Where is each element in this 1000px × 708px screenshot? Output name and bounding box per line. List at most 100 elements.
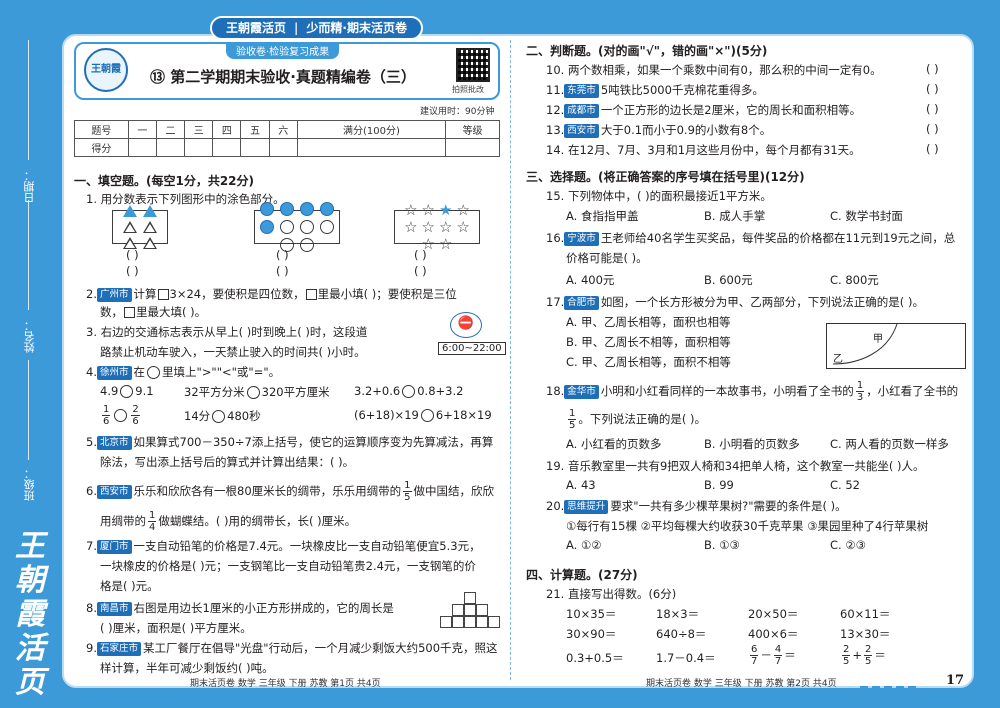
triangle-figure — [112, 205, 168, 249]
option-a[interactable]: A. 400元 — [566, 272, 614, 288]
paper-header: 王朝霞 验收卷·检验复习成果 ⑬ 第二学期期末验收·真题精编卷（三） 拍照批改 — [74, 42, 500, 100]
fraction: 14 — [148, 510, 157, 533]
header-subtitle: 验收卷·检验复习成果 — [226, 42, 340, 59]
score-input-cell[interactable] — [155, 138, 186, 157]
q2-text: 计算 — [133, 287, 157, 301]
answer-blank[interactable]: ( ) — [126, 248, 139, 262]
compare-circle[interactable] — [114, 409, 128, 422]
q6-text: 用绸带的 — [100, 514, 146, 528]
option-b[interactable]: B. ①③ — [704, 538, 740, 552]
question-3-cont: 路禁止机动车驶入，一天禁止驶入的时间共( )小时。 — [100, 345, 366, 359]
question-7-cont: 一块橡皮的价格是( )元；一支钢笔比一支自动铅笔贵2.4元，一支钢笔的价 — [100, 559, 476, 573]
q6-text: 做蝴蝶结。( )用的绸带长，长( )厘米。 — [158, 514, 357, 528]
class-label: 班级： — [23, 468, 36, 501]
option-b[interactable]: B. 99 — [704, 478, 734, 492]
judge-12: 12. 成都市 一个正方形的边长是2厘米，它的周长和面积相等。 — [546, 103, 862, 118]
q8-text: 右图是用边长1厘米的小正方形拼成的，它的周长是 — [133, 601, 394, 615]
option-a[interactable]: A. 小红看的页数多 — [566, 436, 661, 452]
region-tag: 东莞市 — [564, 83, 599, 98]
score-input-cell[interactable] — [127, 138, 157, 157]
compare-right: 480秒 — [227, 409, 261, 423]
score-cell: 二 — [155, 120, 186, 139]
compare-item: 4.9 9.1 — [100, 384, 154, 398]
paper-title: ⑬ 第二学期期末验收·真题精编卷（三） — [150, 68, 416, 86]
option-b[interactable]: B. 甲、乙周长不相等，面积相等 — [566, 334, 731, 350]
triangle-blank — [123, 221, 137, 233]
triangle-blank — [143, 221, 157, 233]
circle-shaded — [280, 202, 294, 216]
region-tag: 金华市 — [564, 384, 599, 399]
choice-text: 如图，一个长方形被分为甲、乙两部分，下列说法正确的是( )。 — [600, 295, 924, 309]
answer-blank[interactable]: ( ) — [414, 264, 427, 278]
brand-vertical-logo: 王朝霞活页 — [15, 529, 45, 700]
score-input-cell[interactable] — [268, 138, 298, 157]
score-cell: 六 — [268, 120, 298, 139]
q6-text: 乐乐和欣欣各有一根80厘米长的绸带，乐乐用绸带的 — [133, 484, 402, 498]
question-5: 5. 北京市 如果算式700－350÷7添上括号，使它的运算顺序变为先算减法，再算 — [86, 435, 494, 450]
blank-box[interactable] — [157, 289, 169, 300]
star-icon: ☆ — [421, 217, 435, 236]
option-a[interactable]: A. 43 — [566, 478, 596, 492]
compare-circle[interactable] — [147, 366, 160, 379]
score-input-cell[interactable] — [296, 138, 447, 157]
no-vehicle-sign-icon: ⛔ — [450, 312, 482, 338]
q5-text: 如果算式700－350÷7添上括号，使它的运算顺序变为先算减法，再算 — [133, 435, 494, 449]
option-c[interactable]: C. ②③ — [830, 538, 866, 552]
blank-box[interactable] — [124, 307, 135, 318]
binding-strip: 日期： 姓名： 班级： 王朝霞活页 — [0, 0, 62, 708]
score-cell: 一 — [127, 120, 157, 139]
option-b[interactable]: B. 成人手掌 — [704, 208, 765, 224]
calc-item: 18×3＝ — [656, 607, 700, 621]
compare-item: 3.2+0.6 0.8+3.2 — [354, 384, 463, 398]
option-c[interactable]: C. 52 — [830, 478, 860, 492]
curve-divider — [832, 323, 898, 365]
q4-text: 里填上">""<"或"="。 — [162, 365, 281, 379]
answer-blank[interactable]: ( ) — [926, 82, 939, 96]
fraction: 15 — [568, 408, 577, 431]
fraction-den: 6 — [103, 416, 110, 427]
option-a[interactable]: A. 甲、乙周长相等，面积也相等 — [566, 314, 730, 330]
option-b[interactable]: B. 小明看的页数多 — [704, 436, 800, 452]
score-input-cell[interactable] — [240, 138, 270, 157]
triangle-blank — [143, 237, 157, 249]
answer-blank[interactable]: ( ) — [276, 248, 289, 262]
score-cell: 满分(100分) — [296, 120, 447, 139]
answer-blank[interactable]: ( ) — [126, 264, 139, 278]
qr-code-icon[interactable] — [456, 48, 490, 82]
answer-blank[interactable]: ( ) — [926, 62, 939, 76]
option-c[interactable]: C. 800元 — [830, 272, 879, 288]
answer-blank[interactable]: ( ) — [414, 248, 427, 262]
option-b[interactable]: B. 600元 — [704, 272, 753, 288]
question-2-cont: 数， 里最大填( )。 — [100, 304, 206, 320]
block — [452, 616, 464, 628]
score-value-row: 得分 — [74, 138, 500, 157]
score-input-cell[interactable] — [212, 138, 242, 157]
answer-blank[interactable]: ( ) — [276, 264, 289, 278]
option-a[interactable]: A. ①② — [566, 538, 602, 552]
score-input-cell[interactable] — [445, 138, 500, 157]
blank-box[interactable] — [305, 289, 317, 300]
answer-blank[interactable]: ( ) — [926, 122, 939, 136]
option-c[interactable]: C. 数学书封面 — [830, 208, 903, 224]
compare-circle[interactable] — [120, 385, 134, 398]
choice-20-conditions: ①每行有15棵 ②平均每棵大约收获30千克苹果 ③果园里种了4行苹果树 — [566, 519, 929, 533]
score-input-cell[interactable] — [184, 138, 214, 157]
compare-circle[interactable] — [246, 386, 260, 399]
region-tag: 南昌市 — [96, 601, 132, 616]
answer-blank[interactable]: ( ) — [926, 142, 939, 156]
answer-blank[interactable]: ( ) — [926, 102, 939, 116]
calc-item: 60×11＝ — [840, 607, 891, 621]
option-c[interactable]: C. 甲、乙周长相等，面积不相等 — [566, 354, 731, 370]
compare-circle[interactable] — [402, 385, 416, 398]
choice-16-cont: 价格可能是( )。 — [566, 251, 648, 265]
compare-circle[interactable] — [212, 410, 226, 423]
option-a[interactable]: A. 食指指甲盖 — [566, 208, 638, 224]
compare-circle[interactable] — [420, 409, 434, 422]
choice-text: 要求"一共有多少棵苹果树?"需要的条件是( )。 — [610, 499, 847, 513]
calc-item: 0.3+0.5＝ — [566, 651, 624, 665]
judge-13: 13. 西安市 大于0.1而小于0.9的小数有8个。 — [546, 123, 772, 138]
option-c[interactable]: C. 两人看的页数一样多 — [830, 436, 949, 452]
brand-name: 王朝霞活页 — [226, 21, 287, 35]
region-tag: 西安市 — [96, 484, 132, 499]
star-icon: ☆ — [456, 200, 470, 219]
